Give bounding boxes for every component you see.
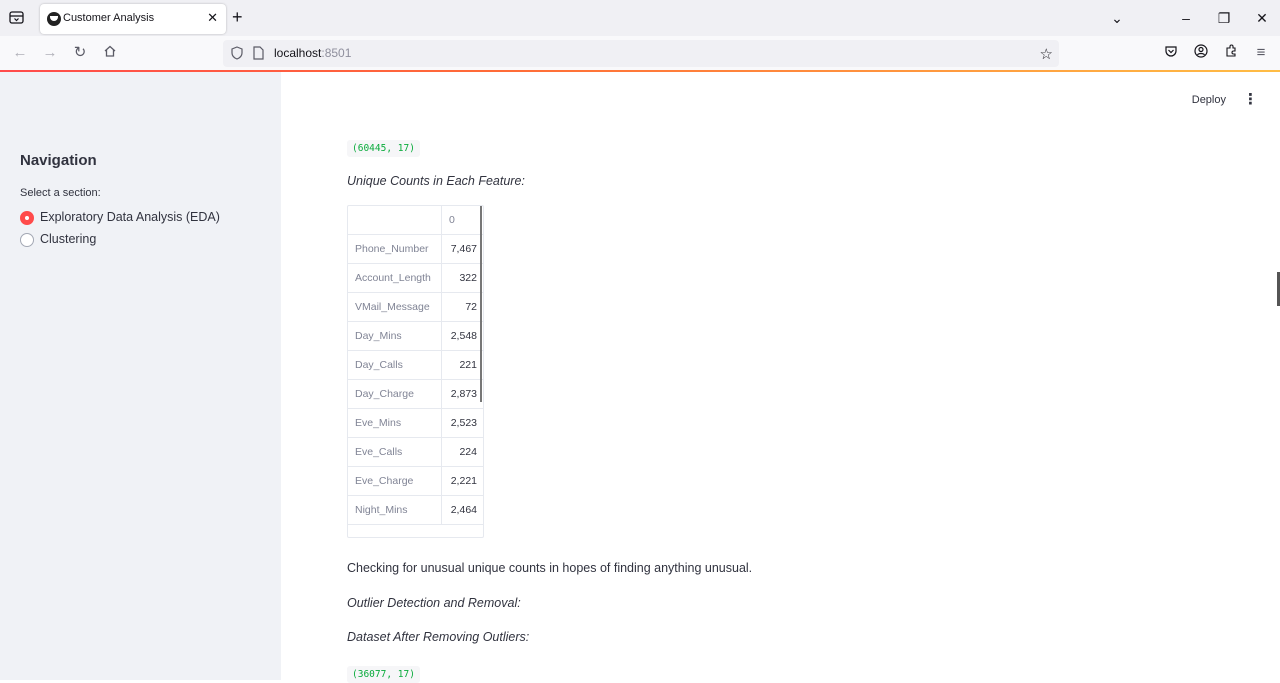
back-icon[interactable]: ← xyxy=(11,44,29,62)
table-row: Eve_Mins 2,523 xyxy=(348,409,483,438)
row-index-cell: VMail_Message xyxy=(348,293,442,322)
radio-unselected-icon[interactable] xyxy=(20,233,34,247)
index-header-cell xyxy=(348,206,442,235)
checking-text: Checking for unusual unique counts in ho… xyxy=(347,561,753,575)
main-menu-icon[interactable]: ⋮ xyxy=(1243,92,1258,107)
streamlit-favicon-icon xyxy=(47,12,61,26)
url-bar[interactable]: localhost:8501 ☆ xyxy=(223,40,1059,67)
url-text[interactable]: localhost:8501 xyxy=(274,46,351,60)
row-index-cell: Account_Length xyxy=(348,264,442,293)
browser-tab-bar: Customer Analysis ✕ + ⌄ – ❐ ✕ xyxy=(0,0,1280,36)
account-icon[interactable] xyxy=(1192,44,1210,62)
row-value-cell: 2,548 xyxy=(450,330,477,342)
radio-option-eda[interactable]: Exploratory Data Analysis (EDA) xyxy=(20,209,240,227)
table-header-row: 0 xyxy=(348,206,483,235)
radio-option-clustering[interactable]: Clustering xyxy=(20,231,140,249)
unique-counts-title: Unique Counts in Each Feature: xyxy=(347,174,525,188)
browser-tab[interactable]: Customer Analysis ✕ xyxy=(40,4,226,34)
row-value-cell: 2,523 xyxy=(450,417,477,429)
table-row: Day_Charge 2,873 xyxy=(348,380,483,409)
table-row: Day_Mins 2,548 xyxy=(348,322,483,351)
row-index-cell: Eve_Mins xyxy=(348,409,442,438)
table-row: Account_Length 322 xyxy=(348,264,483,293)
extensions-icon[interactable] xyxy=(1222,44,1240,62)
restore-button[interactable]: ❐ xyxy=(1214,8,1234,28)
row-index-cell: Day_Mins xyxy=(348,322,442,351)
row-value-cell: 2,464 xyxy=(450,504,477,516)
row-index-cell: Eve_Charge xyxy=(348,467,442,496)
deploy-button[interactable]: Deploy xyxy=(1192,94,1226,106)
table-row: Day_Calls 221 xyxy=(348,351,483,380)
app-menu-icon[interactable]: ≡ xyxy=(1252,44,1270,62)
row-index-cell: Eve_Calls xyxy=(348,438,442,467)
close-window-button[interactable]: ✕ xyxy=(1252,8,1272,28)
table-row: Eve_Charge 2,221 xyxy=(348,467,483,496)
row-value-cell: 2,221 xyxy=(450,475,477,487)
row-value-cell: 322 xyxy=(459,272,477,284)
radio-option-label: Clustering xyxy=(40,232,97,246)
tab-title: Customer Analysis xyxy=(63,12,155,24)
row-value-cell: 221 xyxy=(459,359,477,371)
unique-counts-dataframe[interactable]: 0 Phone_Number 7,467 Account_Length 322 VMai… xyxy=(347,205,484,538)
shield-icon[interactable] xyxy=(231,46,243,65)
row-value-cell: 2,873 xyxy=(450,388,477,400)
row-index-cell: Phone_Number xyxy=(348,235,442,264)
table-scrollbar[interactable] xyxy=(480,206,482,402)
radio-selected-icon[interactable] xyxy=(20,211,34,225)
home-icon[interactable] xyxy=(101,44,119,62)
table-row: Phone_Number 7,467 xyxy=(348,235,483,264)
column-header-cell[interactable]: 0 xyxy=(442,206,483,235)
browser-nav-bar: ← → ↻ localhost:8501 ☆ ≡ xyxy=(0,36,1280,70)
tab-list-icon[interactable] xyxy=(8,9,26,27)
sidebar-heading: Navigation xyxy=(20,152,97,169)
minimize-button[interactable]: – xyxy=(1176,8,1196,28)
page-info-icon[interactable] xyxy=(253,46,264,65)
sidebar: Navigation Select a section: Exploratory… xyxy=(0,72,281,680)
row-index-cell: Day_Calls xyxy=(348,351,442,380)
row-value-cell: 72 xyxy=(465,301,477,313)
main-content: Deploy ⋮ (60445, 17) Unique Counts in Ea… xyxy=(281,72,1280,683)
row-value-cell: 224 xyxy=(459,446,477,458)
outlier-title: Outlier Detection and Removal: xyxy=(347,596,521,610)
pocket-icon[interactable] xyxy=(1162,44,1180,62)
after-outliers-title: Dataset After Removing Outliers: xyxy=(347,630,530,644)
close-tab-icon[interactable]: ✕ xyxy=(207,11,218,25)
new-tab-button[interactable]: + xyxy=(232,8,243,26)
shape-after-output: (36077, 17) xyxy=(347,666,420,683)
row-index-cell: Day_Charge xyxy=(348,380,442,409)
bookmark-star-icon[interactable]: ☆ xyxy=(1040,45,1053,63)
table-row: Night_Mins 2,464 xyxy=(348,496,483,525)
row-index-cell: Night_Mins xyxy=(348,496,442,525)
forward-icon[interactable]: → xyxy=(41,44,59,62)
list-all-tabs-icon[interactable]: ⌄ xyxy=(1107,8,1127,28)
table-row: Eve_Calls 224 xyxy=(348,438,483,467)
radio-option-label: Exploratory Data Analysis (EDA) xyxy=(40,210,220,224)
section-select-label: Select a section: xyxy=(20,187,101,199)
row-value-cell: 7,467 xyxy=(450,243,477,255)
shape-before-output: (60445, 17) xyxy=(347,140,420,157)
table-row: VMail_Message 72 xyxy=(348,293,483,322)
reload-icon[interactable]: ↻ xyxy=(71,44,89,62)
